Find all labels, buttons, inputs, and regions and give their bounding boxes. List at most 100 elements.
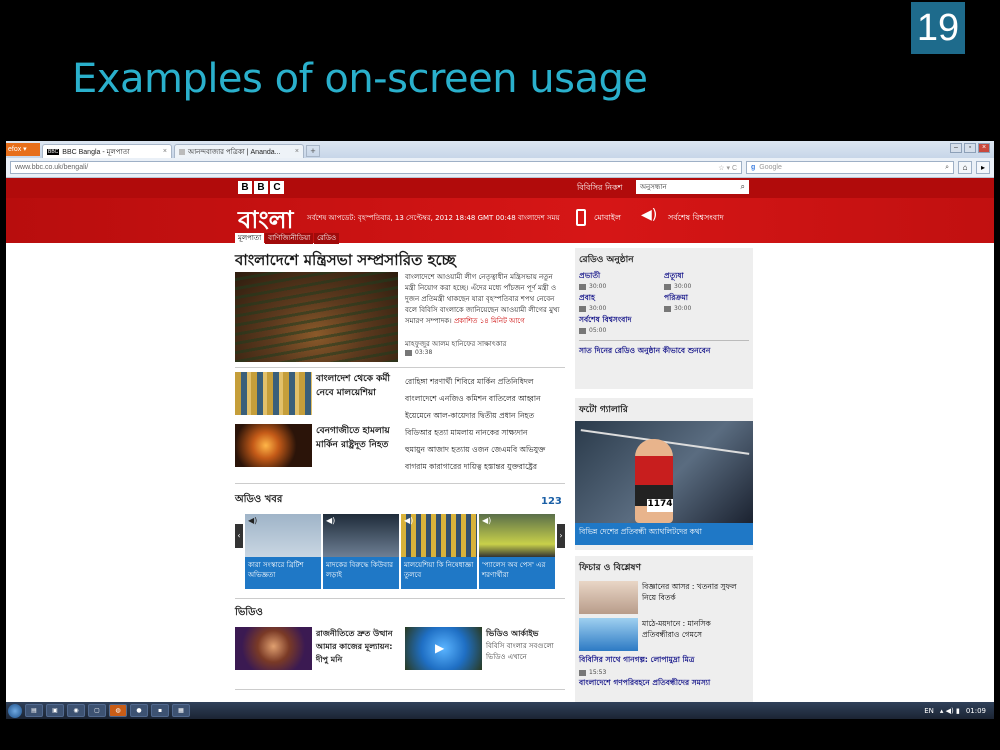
audio-duration: 03:38	[415, 349, 433, 356]
list-item[interactable]: বাগরাম কারাগারের দায়িত্ব হস্তান্তর যুক্…	[405, 458, 565, 475]
audio-item[interactable]: ◀) মালয়েশিয়া কি নিষেধাজ্ঞা তুলবে	[401, 514, 477, 589]
video-archive-thumb[interactable]: ▶	[405, 627, 482, 670]
explorer-icon[interactable]: ▤	[25, 704, 43, 717]
list-item[interactable]: ইয়েমেনে আল-কায়েদার দ্বিতীয় প্রধান নিহ…	[405, 407, 565, 424]
video-archive-title[interactable]: ভিডিও আর্কাইভ	[486, 627, 566, 640]
list-item[interactable]: বিডিআর হত্যা মামলায় নানকের সাক্ষ্যদান	[405, 424, 565, 441]
address-bar[interactable]: www.bbc.co.uk/bengali/ ☆ ▾ C	[10, 161, 742, 174]
bbc-logo-letter: B	[238, 181, 252, 194]
search-icon[interactable]: ⌕	[945, 164, 949, 172]
menu-icon[interactable]: ▸	[976, 161, 990, 174]
close-window-icon[interactable]: ×	[978, 143, 990, 153]
main-summary: বাংলাদেশে আওয়ামী লীগ নেতৃত্বাধীন মন্ত্র…	[405, 272, 565, 327]
list-item[interactable]: রোহিঙ্গা শরণার্থী শিবিরে মার্কিন প্রতিনি…	[405, 373, 565, 390]
video-thumb[interactable]	[235, 627, 312, 670]
speaker-icon	[405, 349, 412, 356]
firefox-icon[interactable]: ◍	[109, 704, 127, 717]
story-benghazi[interactable]: বেনগাজীতে হামলায় মার্কিন রাষ্ট্রদূত নিহ…	[316, 424, 396, 452]
audio-caption: মাদকের বিরুদ্ধে কিউবার লড়াই	[323, 557, 399, 589]
bbc-logo[interactable]: B B C	[238, 181, 284, 194]
app-icon[interactable]: ▦	[172, 704, 190, 717]
divider	[235, 689, 565, 690]
video-section-title: ভিডিও	[235, 607, 263, 618]
gallery-caption[interactable]: বিভিন্ন দেশের প্রতিবন্ধী অ্যাথলিটদের কথা	[575, 523, 753, 545]
list-item[interactable]: হুমায়ুন আজাদ হত্যায় ওজন জেএমবি অভিযুক্…	[405, 441, 565, 458]
video-item[interactable]: রাজনীতিতে দ্রুত উত্থান আমার কাজের মূল্যা…	[316, 627, 404, 666]
feature-extra-link[interactable]: বিবিসির সাথে গানগল্প: লোপামুদ্রা মিত্র	[575, 653, 753, 669]
site-search-input[interactable]: অনুসন্ধান ⌕	[636, 180, 749, 194]
gallery-title: ফটো গ্যালারি	[579, 405, 628, 415]
radio-program[interactable]: প্রবাহ 30:00	[579, 293, 664, 312]
carousel-prev-icon[interactable]: ‹	[235, 524, 243, 548]
radio-how-to-link[interactable]: সাত দিনের রেডিও অনুষ্ঠান কীভাবে শুনবেন	[579, 340, 749, 356]
radio-program[interactable]: প্রভাতী 30:00	[579, 271, 664, 290]
site-search-value: অনুসন্ধান	[640, 183, 667, 191]
feature-thumb	[579, 618, 638, 651]
listen-link[interactable]: সর্বশেষ বিশ্বসংবাদ	[668, 212, 724, 225]
start-button[interactable]	[8, 703, 22, 718]
search-icon[interactable]: ⌕	[741, 182, 745, 192]
features-panel: ফিচার ও বিশ্লেষণ বিজ্ঞানের আসর : খতনার স…	[575, 556, 753, 702]
audio-thumb: ◀)	[245, 514, 321, 557]
radio-program[interactable]: সর্বশেষ বিশ্বসংবাদ 05:00	[579, 315, 749, 334]
headline-list: রোহিঙ্গা শরণার্থী শিবিরে মার্কিন প্রতিনি…	[405, 373, 565, 475]
carousel-next-icon[interactable]: ›	[557, 524, 565, 548]
app-icon[interactable]: ▢	[88, 704, 106, 717]
audio-item[interactable]: ◀) মাদকের বিরুদ্ধে কিউবার লড়াই	[323, 514, 399, 589]
feature-item[interactable]: মাঠে-ময়দানে : মানসিক প্রতিবন্ধীরাও গেমস…	[575, 616, 753, 653]
search-bar[interactable]: g Google ⌕	[746, 161, 954, 174]
main-headline[interactable]: বাংলাদেশে মন্ত্রিসভা সম্প্রসারিত হচ্ছে	[235, 249, 456, 274]
slide-title: Examples of on-screen usage	[72, 56, 648, 102]
masthead-main: বাংলা সর্বশেষ আপডেট: বৃহস্পতিবার, 13 সেপ…	[6, 198, 994, 243]
feature-last-link[interactable]: বাংলাদেশে গণপরিবহনে প্রতিবন্ধীদের সমস্যা	[575, 676, 753, 692]
benghazi-image[interactable]	[235, 424, 312, 467]
folder-icon[interactable]: ▣	[46, 704, 64, 717]
browser-screenshot: efox ▾ BBC BBC Bangla - মূলপাতা × আনন্দব…	[6, 141, 994, 719]
speaker-icon	[664, 305, 671, 312]
feature-extra-audio: 15:53	[575, 669, 753, 676]
system-tray: EN ▴ ◀) ▮ 01:09	[924, 707, 994, 715]
minimize-icon[interactable]: –	[950, 143, 962, 153]
radio-programs: প্রভাতী 30:00 প্রত্যূষা 30:00 প্রবাহ 30:00 …	[575, 271, 753, 334]
masthead-top: B B C বিবিসির নিকশ অনুসন্ধান ⌕	[6, 178, 994, 198]
bookmark-star-icon[interactable]: ☆ ▾ C	[718, 164, 737, 172]
home-icon[interactable]: ⌂	[958, 161, 972, 174]
speaker-icon[interactable]: ◀)	[641, 207, 657, 223]
clock[interactable]: 01:09	[966, 707, 986, 715]
page-content: বাংলাদেশে মন্ত্রিসভা সম্প্রসারিত হচ্ছে ব…	[6, 243, 994, 702]
list-item[interactable]: বাংলাদেশে এনজিও কমিশন বাতিলের আহ্বান	[405, 390, 565, 407]
gallery-photo[interactable]: 1174	[575, 421, 753, 523]
tab-label: BBC Bangla - মূলপাতা	[62, 148, 130, 156]
maximize-icon[interactable]: ▫	[964, 143, 976, 153]
program-name: সর্বশেষ বিশ্বসংবাদ	[579, 315, 632, 324]
radio-program[interactable]: প্রত্যূষা 30:00	[664, 271, 749, 290]
photo-gallery-panel: ফটো গ্যালারি 1174 বিভিন্ন দেশের প্রতিবন্…	[575, 398, 753, 550]
feature-item[interactable]: বিজ্ঞানের আসর : খতনার সুফল নিয়ে বিতর্ক	[575, 579, 753, 616]
speaker-icon: ◀)	[482, 516, 492, 525]
tab-bbc-bangla[interactable]: BBC BBC Bangla - মূলপাতা ×	[42, 144, 172, 158]
close-icon[interactable]: ×	[163, 148, 167, 155]
mobile-icon[interactable]	[576, 209, 586, 226]
parliament-image[interactable]	[235, 272, 398, 362]
chrome-icon[interactable]: ◉	[67, 704, 85, 717]
new-tab-button[interactable]: +	[306, 145, 320, 157]
story-malaysia[interactable]: বাংলাদেশ থেকে কর্মী নেবে মালয়েশিয়া	[316, 372, 396, 400]
speaker-icon	[579, 283, 586, 290]
navigation-bar: www.bbc.co.uk/bengali/ ☆ ▾ C g Google ⌕ …	[6, 158, 994, 178]
search-label: বিবিসির নিকশ	[577, 183, 623, 192]
audio-pager[interactable]: 123	[541, 496, 562, 507]
close-icon[interactable]: ×	[295, 148, 299, 155]
media-icon[interactable]: ●	[130, 704, 148, 717]
speaker-icon: ◀)	[404, 516, 414, 525]
audio-caption: মালয়েশিয়া কি নিষেধাজ্ঞা তুলবে	[401, 557, 477, 589]
radio-program[interactable]: পরিক্রমা 30:00	[664, 293, 749, 312]
language-indicator[interactable]: EN	[924, 707, 934, 715]
audio-item[interactable]: ◀) 'প্যালেস অব পেস' এর শরণার্থীরা	[479, 514, 555, 589]
tray-icons[interactable]: ▴ ◀) ▮	[940, 707, 960, 715]
workers-image[interactable]	[235, 372, 312, 415]
audio-item[interactable]: ◀) কারা সংস্কারে ব্রিটিশ অভিজ্ঞতা	[245, 514, 321, 589]
firefox-menu-button[interactable]: efox ▾	[6, 143, 40, 156]
mobile-link[interactable]: মোবাইল	[594, 212, 621, 225]
photoshop-icon[interactable]: ▪	[151, 704, 169, 717]
tab-anandabazar[interactable]: আনন্দবাজার পত্রিকা | Ananda... ×	[174, 144, 304, 158]
